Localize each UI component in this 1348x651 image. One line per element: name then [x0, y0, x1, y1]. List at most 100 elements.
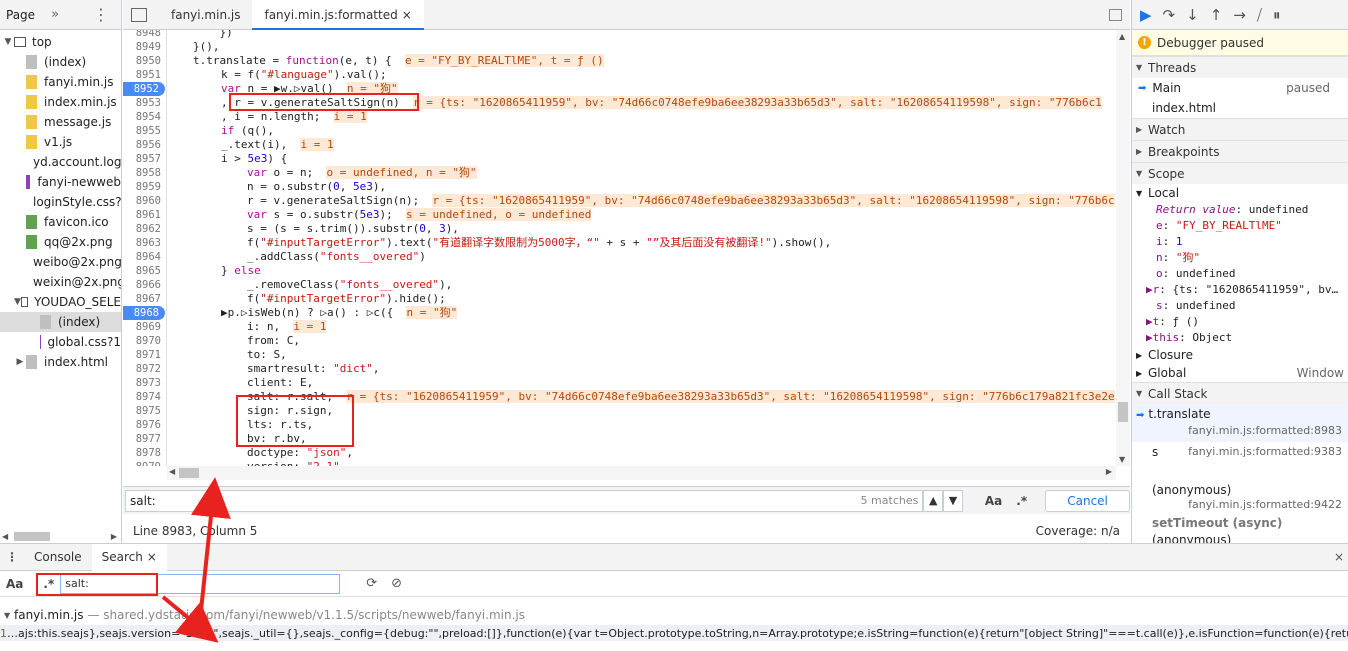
close-drawer-icon[interactable]: ×: [1334, 550, 1344, 564]
resume-icon[interactable]: ▶: [1140, 6, 1152, 24]
clear-icon[interactable]: ⊘: [391, 576, 402, 591]
scope-local[interactable]: ▼ Local: [1132, 184, 1348, 202]
line-number[interactable]: 8953: [123, 96, 167, 110]
coverage-status[interactable]: Coverage: n/a: [1036, 524, 1120, 538]
tree-item[interactable]: ▶ index.html: [0, 352, 121, 372]
line-number[interactable]: 8969: [123, 320, 167, 334]
toggle-navigator-icon[interactable]: [131, 7, 147, 22]
line-number[interactable]: 8955: [123, 124, 167, 138]
line-number[interactable]: 8973: [123, 376, 167, 390]
scope-global[interactable]: ▶ Global Window: [1132, 364, 1348, 382]
deactivate-breakpoints-icon[interactable]: ⧸: [1257, 6, 1262, 24]
scope-variable[interactable]: i: 1: [1132, 234, 1348, 250]
line-number[interactable]: 8979: [123, 460, 167, 466]
menu-icon[interactable]: ⋮: [93, 5, 109, 24]
line-number[interactable]: 8965: [123, 264, 167, 278]
scroll-down-icon[interactable]: ▼: [1119, 455, 1125, 464]
scope-variable[interactable]: ▶t: ƒ (): [1132, 314, 1348, 330]
line-number[interactable]: 8974: [123, 390, 167, 404]
tree-item[interactable]: (index): [0, 52, 121, 72]
refresh-icon[interactable]: ⟳: [366, 576, 377, 591]
search-result-line[interactable]: 1 …ajs:this.seajs},seajs.version="1.3.1"…: [0, 625, 1348, 641]
scroll-thumb[interactable]: [179, 468, 199, 478]
tree-item[interactable]: weixin@2x.png: [0, 272, 121, 292]
tree-item[interactable]: weibo@2x.png: [0, 252, 121, 272]
line-number[interactable]: 8975: [123, 404, 167, 418]
breakpoint-line-number[interactable]: 8952: [123, 82, 165, 96]
regex-button[interactable]: .*: [1016, 494, 1027, 508]
scope-variable[interactable]: e: "FY_BY_REALTlME": [1132, 218, 1348, 234]
line-number[interactable]: 8962: [123, 222, 167, 236]
scroll-thumb[interactable]: [1118, 402, 1128, 422]
pause-on-exceptions-icon[interactable]: ⏸: [1273, 6, 1281, 24]
line-number[interactable]: 8963: [123, 236, 167, 250]
step-over-icon[interactable]: ↷: [1163, 6, 1176, 24]
watch-header[interactable]: ▶ Watch: [1132, 118, 1348, 140]
line-number[interactable]: 8954: [123, 110, 167, 124]
line-number[interactable]: 8961: [123, 208, 167, 222]
match-case-button[interactable]: Aa: [6, 577, 23, 591]
collapsed-triangle-icon[interactable]: ▶: [14, 357, 26, 367]
find-input[interactable]: salt: 5 matches: [125, 489, 924, 512]
next-match-button[interactable]: ▼: [943, 489, 963, 512]
line-number[interactable]: 8967: [123, 292, 167, 306]
more-tabs-icon[interactable]: »: [51, 7, 59, 22]
tree-item[interactable]: favicon.ico: [0, 212, 121, 232]
call-frame[interactable]: (anonymous): [1132, 532, 1348, 543]
search-input[interactable]: salt:: [60, 573, 341, 594]
line-number[interactable]: 8949: [123, 40, 167, 54]
line-number[interactable]: 8977: [123, 432, 167, 446]
previous-match-button[interactable]: ▲: [923, 489, 944, 512]
line-number[interactable]: 8976: [123, 418, 167, 432]
scroll-thumb[interactable]: [14, 531, 50, 541]
step-into-icon[interactable]: ↓: [1186, 6, 1199, 24]
tree-item[interactable]: ▼ top: [0, 32, 121, 52]
line-number[interactable]: 8958: [123, 166, 167, 180]
line-number[interactable]: 8950: [123, 54, 167, 68]
tree-item[interactable]: qq@2x.png: [0, 232, 121, 252]
tree-item[interactable]: fanyi.min.js: [0, 72, 121, 92]
tree-item[interactable]: ▼ YOUDAO_SELE: [0, 292, 121, 312]
scroll-right-icon[interactable]: ▶: [1106, 467, 1112, 476]
code-area[interactable]: 8948 8949 8950 8951 8952 8953 8954 8955 8956 8957…: [123, 30, 1123, 466]
scroll-left-icon[interactable]: ◀: [169, 467, 175, 476]
thread-index[interactable]: index.html: [1132, 98, 1348, 118]
editor-hscroll[interactable]: ◀ ▶: [167, 466, 1116, 480]
toggle-debugger-icon[interactable]: [1109, 9, 1122, 21]
scope-variable[interactable]: ▶r: {ts: "1620865411959", bv…: [1132, 282, 1348, 298]
expanded-triangle-icon[interactable]: ▼: [2, 37, 14, 47]
line-number[interactable]: 8966: [123, 278, 167, 292]
match-case-button[interactable]: Aa: [985, 494, 1002, 508]
line-number[interactable]: 8970: [123, 334, 167, 348]
cancel-button[interactable]: Cancel: [1045, 489, 1130, 512]
drawer-menu-icon[interactable]: ⋮: [0, 550, 24, 564]
scroll-up-icon[interactable]: ▲: [1119, 32, 1125, 41]
scope-header[interactable]: ▼ Scope: [1132, 162, 1348, 184]
scope-variable[interactable]: n: "狗": [1132, 250, 1348, 266]
frame-location[interactable]: fanyi.min.js:formatted:9383: [1188, 444, 1348, 460]
thread-main[interactable]: ➡ Main paused: [1132, 78, 1348, 98]
page-tab[interactable]: Page: [6, 8, 35, 22]
scope-variable[interactable]: ▶this: Object: [1132, 330, 1348, 346]
tree-item[interactable]: v1.js: [0, 132, 121, 152]
line-number[interactable]: 8978: [123, 446, 167, 460]
close-tab-icon[interactable]: ×: [147, 550, 157, 564]
tree-item[interactable]: (index): [0, 312, 121, 332]
frame-location[interactable]: fanyi.min.js:formatted:8983: [1152, 424, 1348, 437]
line-number[interactable]: 8972: [123, 362, 167, 376]
line-number[interactable]: 8960: [123, 194, 167, 208]
scroll-right-icon[interactable]: ▶: [111, 532, 117, 541]
call-frame[interactable]: (anonymous) fanyi.min.js:formatted:9422: [1132, 480, 1348, 514]
scope-variable[interactable]: Return value: undefined: [1132, 202, 1348, 218]
line-gutter[interactable]: 8948 8949 8950 8951 8952 8953 8954 8955 8956 8957…: [123, 30, 167, 466]
regex-button[interactable]: .*: [43, 577, 54, 591]
tree-item[interactable]: fanyi-newweb: [0, 172, 121, 192]
frame-location[interactable]: fanyi.min.js:formatted:9422: [1152, 498, 1348, 511]
breakpoints-header[interactable]: ▶ Breakpoints: [1132, 140, 1348, 162]
line-number[interactable]: 8957: [123, 152, 167, 166]
scope-variable[interactable]: o: undefined: [1132, 266, 1348, 282]
tab-search[interactable]: Search ×: [91, 543, 167, 571]
tree-item[interactable]: yd.account.log: [0, 152, 121, 172]
breakpoint-line-number[interactable]: 8968: [123, 306, 165, 320]
line-number[interactable]: 8959: [123, 180, 167, 194]
